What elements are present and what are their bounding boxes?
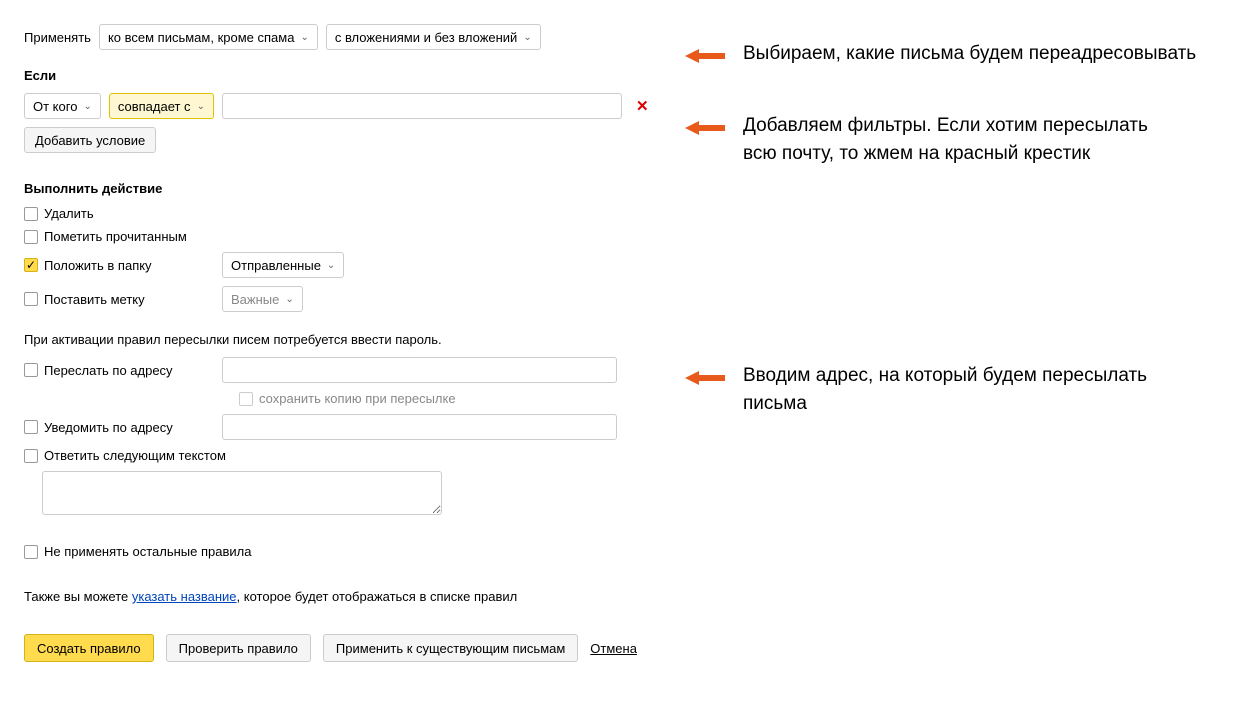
actions-title: Выполнить действие: [24, 181, 1212, 196]
notify-address-input[interactable]: [222, 414, 617, 440]
arrow-left-icon: [685, 49, 725, 63]
conditions-title: Если: [24, 68, 1212, 83]
label-value: Важные: [231, 292, 279, 307]
annotation-apply: Выбираем, какие письма будем переадресов…: [743, 40, 1196, 68]
apply-existing-button[interactable]: Применить к существующим письмам: [323, 634, 578, 662]
notify-label: Уведомить по адресу: [44, 420, 173, 435]
notify-checkbox[interactable]: [24, 420, 38, 434]
reply-checkbox[interactable]: [24, 449, 38, 463]
chevron-down-icon: ⌄: [327, 260, 335, 271]
apply-scope-value: ко всем письмам, кроме спама: [108, 30, 294, 45]
skip-other-checkbox[interactable]: [24, 545, 38, 559]
chevron-down-icon: ⌄: [83, 101, 91, 112]
cond-value-input[interactable]: [222, 93, 622, 119]
annotation-filter: Добавляем фильтры. Если хотим пересылать…: [743, 112, 1163, 167]
apply-scope-select[interactable]: ко всем письмам, кроме спама ⌄: [99, 24, 318, 50]
folder-select[interactable]: Отправленные ⌄: [222, 252, 344, 278]
also-suffix: , которое будет отображаться в списке пр…: [237, 589, 518, 604]
mark-read-label: Пометить прочитанным: [44, 229, 187, 244]
keep-copy-label: сохранить копию при пересылке: [259, 391, 456, 406]
set-label-checkbox[interactable]: [24, 292, 38, 306]
forward-checkbox[interactable]: [24, 363, 38, 377]
mark-read-checkbox[interactable]: [24, 230, 38, 244]
chevron-down-icon: ⌄: [197, 101, 205, 112]
also-text: Также вы можете указать название, которо…: [24, 589, 1212, 604]
set-name-link[interactable]: указать название: [132, 589, 237, 604]
create-rule-button[interactable]: Создать правило: [24, 634, 154, 662]
put-folder-checkbox[interactable]: [24, 258, 38, 272]
reply-textarea[interactable]: [42, 471, 442, 515]
set-label-label: Поставить метку: [44, 292, 145, 307]
forward-address-input[interactable]: [222, 357, 617, 383]
put-folder-label: Положить в папку: [44, 258, 152, 273]
annotation-forward: Вводим адрес, на который будем пересылат…: [743, 362, 1163, 417]
cond-match-value: совпадает с: [118, 99, 191, 114]
chevron-down-icon: ⌄: [285, 294, 293, 305]
cond-field-select[interactable]: От кого ⌄: [24, 93, 101, 119]
keep-copy-checkbox[interactable]: [239, 392, 253, 406]
delete-label: Удалить: [44, 206, 94, 221]
chevron-down-icon: ⌄: [300, 32, 308, 43]
arrow-left-icon: [685, 371, 725, 385]
chevron-down-icon: ⌄: [523, 32, 531, 43]
cancel-link[interactable]: Отмена: [590, 641, 637, 656]
folder-value: Отправленные: [231, 258, 321, 273]
arrow-left-icon: [685, 121, 725, 135]
apply-attach-select[interactable]: с вложениями и без вложений ⌄: [326, 24, 541, 50]
add-condition-button[interactable]: Добавить условие: [24, 127, 156, 153]
label-select[interactable]: Важные ⌄: [222, 286, 303, 312]
forward-label: Переслать по адресу: [44, 363, 173, 378]
cond-match-select[interactable]: совпадает с ⌄: [109, 93, 214, 119]
apply-label: Применять: [24, 30, 91, 45]
reply-label: Ответить следующим текстом: [44, 448, 226, 463]
forward-hint: При активации правил пересылки писем пот…: [24, 332, 1212, 347]
delete-checkbox[interactable]: [24, 207, 38, 221]
apply-attach-value: с вложениями и без вложений: [335, 30, 518, 45]
skip-other-label: Не применять остальные правила: [44, 544, 251, 559]
test-rule-button[interactable]: Проверить правило: [166, 634, 311, 662]
cond-field-value: От кого: [33, 99, 77, 114]
also-prefix: Также вы можете: [24, 589, 132, 604]
remove-condition-icon[interactable]: ✕: [630, 97, 655, 115]
